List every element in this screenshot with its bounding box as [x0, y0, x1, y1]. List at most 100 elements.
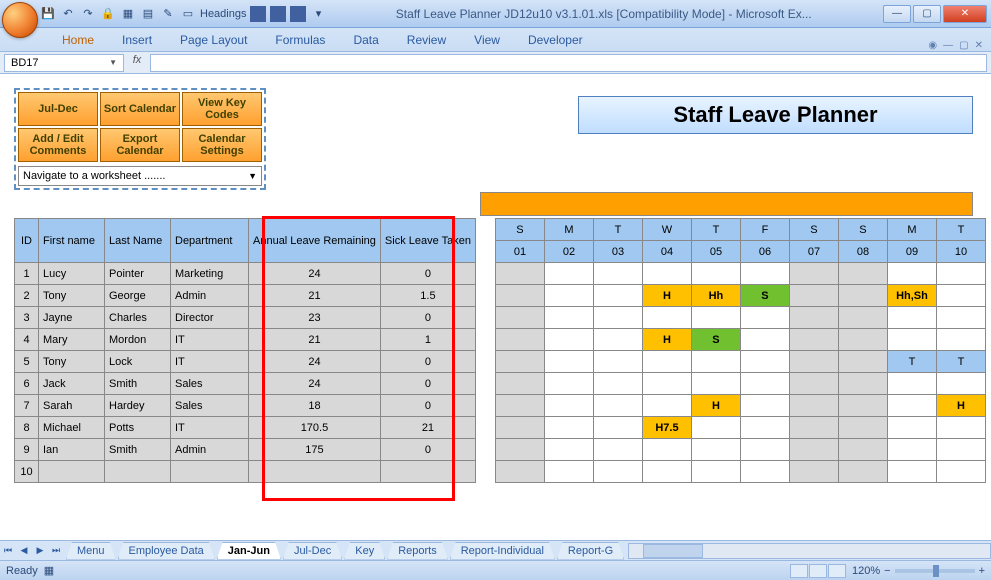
- horizontal-scrollbar[interactable]: [628, 543, 991, 559]
- calendar-cell[interactable]: [593, 285, 642, 307]
- calendar-cell[interactable]: [495, 461, 544, 483]
- cell-last-name[interactable]: Charles: [105, 307, 171, 329]
- tab-nav-next-icon[interactable]: ▶: [32, 543, 48, 559]
- calendar-cell[interactable]: [789, 395, 838, 417]
- ribbon-minimize-icon[interactable]: —: [943, 40, 953, 51]
- tab-data[interactable]: Data: [339, 29, 392, 51]
- cell-last-name[interactable]: Smith: [105, 373, 171, 395]
- calendar-cell[interactable]: [740, 329, 789, 351]
- calendar-cell[interactable]: H: [642, 285, 691, 307]
- calendar-cell[interactable]: [495, 395, 544, 417]
- calendar-cell[interactable]: [740, 351, 789, 373]
- cell-department[interactable]: Sales: [171, 395, 249, 417]
- calendar-cell[interactable]: [789, 285, 838, 307]
- cell-last-name[interactable]: Potts: [105, 417, 171, 439]
- worksheet-area[interactable]: Jul-Dec Sort Calendar View Key Codes Add…: [0, 74, 991, 540]
- cell-department[interactable]: IT: [171, 351, 249, 373]
- cell-annual-leave[interactable]: 24: [249, 263, 381, 285]
- calendar-cell[interactable]: [936, 285, 985, 307]
- calendar-cell[interactable]: [936, 263, 985, 285]
- calendar-cell[interactable]: [544, 461, 593, 483]
- sheet-tab[interactable]: Report-G: [557, 542, 624, 560]
- tab-developer[interactable]: Developer: [514, 29, 597, 51]
- calendar-cell[interactable]: [838, 439, 887, 461]
- calendar-cell[interactable]: [887, 461, 936, 483]
- calendar-cell[interactable]: [593, 373, 642, 395]
- cell-id[interactable]: 3: [15, 307, 39, 329]
- qat-icon[interactable]: [250, 6, 266, 22]
- calendar-cell[interactable]: [838, 395, 887, 417]
- tab-nav-first-icon[interactable]: ⏮: [0, 543, 16, 559]
- calendar-cell[interactable]: [593, 461, 642, 483]
- cell-sick-leave[interactable]: 0: [380, 307, 475, 329]
- view-key-codes-button[interactable]: View Key Codes: [182, 92, 262, 126]
- calendar-cell[interactable]: [887, 417, 936, 439]
- calendar-cell[interactable]: [838, 351, 887, 373]
- calendar-cell[interactable]: [887, 373, 936, 395]
- calendar-cell[interactable]: Hh: [691, 285, 740, 307]
- headings-toggle[interactable]: Headings: [200, 6, 246, 22]
- zoom-in-icon[interactable]: +: [979, 565, 985, 577]
- calendar-cell[interactable]: [838, 307, 887, 329]
- chevron-down-icon[interactable]: ▼: [109, 58, 117, 67]
- calendar-cell[interactable]: [593, 351, 642, 373]
- calendar-cell[interactable]: [642, 395, 691, 417]
- qat-icon[interactable]: ✎: [160, 6, 176, 22]
- cell-id[interactable]: 9: [15, 439, 39, 461]
- cell-annual-leave[interactable]: [249, 461, 381, 483]
- undo-icon[interactable]: ↶: [60, 6, 76, 22]
- cell-last-name[interactable]: George: [105, 285, 171, 307]
- calendar-cell[interactable]: [544, 329, 593, 351]
- cell-sick-leave[interactable]: 0: [380, 439, 475, 461]
- cell-first-name[interactable]: Lucy: [39, 263, 105, 285]
- cell-id[interactable]: 1: [15, 263, 39, 285]
- ribbon-restore-icon[interactable]: ▢: [959, 40, 968, 51]
- calendar-cell[interactable]: [936, 461, 985, 483]
- calendar-cell[interactable]: [544, 351, 593, 373]
- calendar-cell[interactable]: [642, 351, 691, 373]
- qat-icon[interactable]: [290, 6, 306, 22]
- lock-icon[interactable]: 🔒: [100, 6, 116, 22]
- name-box[interactable]: BD17 ▼: [4, 54, 124, 72]
- calendar-cell[interactable]: [838, 285, 887, 307]
- cell-annual-leave[interactable]: 24: [249, 351, 381, 373]
- qat-icon[interactable]: ▤: [140, 6, 156, 22]
- save-icon[interactable]: 💾: [40, 6, 56, 22]
- calendar-cell[interactable]: [936, 439, 985, 461]
- calendar-cell[interactable]: [691, 307, 740, 329]
- cell-department[interactable]: [171, 461, 249, 483]
- calendar-cell[interactable]: [495, 417, 544, 439]
- cell-department[interactable]: Admin: [171, 439, 249, 461]
- calendar-cell[interactable]: [789, 461, 838, 483]
- cell-first-name[interactable]: Michael: [39, 417, 105, 439]
- calendar-cell[interactable]: [691, 417, 740, 439]
- calendar-cell[interactable]: [642, 307, 691, 329]
- calendar-cell[interactable]: [642, 263, 691, 285]
- cell-id[interactable]: 5: [15, 351, 39, 373]
- calendar-cell[interactable]: [691, 351, 740, 373]
- calendar-cell[interactable]: [544, 417, 593, 439]
- cell-annual-leave[interactable]: 24: [249, 373, 381, 395]
- calendar-cell[interactable]: [544, 395, 593, 417]
- cell-annual-leave[interactable]: 175: [249, 439, 381, 461]
- tab-page-layout[interactable]: Page Layout: [166, 29, 261, 51]
- navigate-worksheet-dropdown[interactable]: Navigate to a worksheet ....... ▼: [18, 166, 262, 186]
- tab-review[interactable]: Review: [393, 29, 460, 51]
- qat-icon[interactable]: [270, 6, 286, 22]
- calendar-cell[interactable]: [544, 285, 593, 307]
- qat-icon[interactable]: ▦: [120, 6, 136, 22]
- tab-nav-prev-icon[interactable]: ◀: [16, 543, 32, 559]
- calendar-cell[interactable]: S: [740, 285, 789, 307]
- close-button[interactable]: ✕: [943, 5, 987, 23]
- add-edit-comments-button[interactable]: Add / Edit Comments: [18, 128, 98, 162]
- calendar-cell[interactable]: [838, 417, 887, 439]
- calendar-cell[interactable]: [887, 395, 936, 417]
- calendar-cell[interactable]: [789, 263, 838, 285]
- cell-first-name[interactable]: Ian: [39, 439, 105, 461]
- calendar-cell[interactable]: [838, 461, 887, 483]
- calendar-cell[interactable]: [544, 307, 593, 329]
- sheet-tab[interactable]: Report-Individual: [450, 542, 555, 560]
- cell-annual-leave[interactable]: 170.5: [249, 417, 381, 439]
- calendar-cell[interactable]: [789, 417, 838, 439]
- calendar-cell[interactable]: [789, 439, 838, 461]
